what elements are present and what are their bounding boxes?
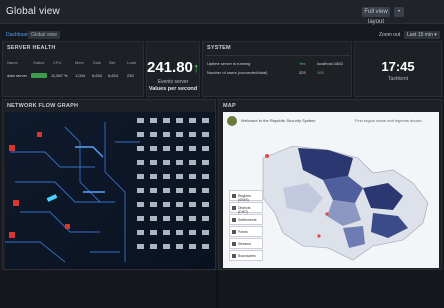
legend-icon bbox=[232, 218, 236, 222]
clock-time: 17:45 bbox=[381, 59, 415, 74]
map-title: Map bbox=[223, 103, 236, 109]
bottom-area bbox=[0, 270, 444, 308]
legend-item[interactable]: Points bbox=[229, 226, 263, 237]
col-cpu: CPU bbox=[53, 60, 62, 65]
legend-icon bbox=[232, 254, 236, 258]
row-net: 6,824 bbox=[108, 73, 119, 78]
divider bbox=[205, 55, 350, 56]
system-row-2-label: Number of users (connected/total) bbox=[207, 70, 268, 75]
legend-label: Points bbox=[238, 230, 248, 234]
network-graph[interactable] bbox=[5, 112, 215, 269]
legend-icon bbox=[232, 242, 236, 246]
trend-up-icon: ↑ bbox=[192, 60, 200, 75]
kpi-panel: 241.80↑ Events server Values per second bbox=[146, 41, 200, 97]
col-net: Net bbox=[109, 60, 116, 65]
system-row-2-value: 100 bbox=[317, 70, 324, 75]
system-panel: System Uptime server is running Yes loca… bbox=[202, 41, 352, 97]
col-disk: Disk bbox=[93, 60, 101, 65]
kpi-label: Events server bbox=[157, 79, 189, 85]
zoom-out-control[interactable]: Zoom out bbox=[376, 31, 403, 39]
system-row-1-label: Uptime server is running bbox=[207, 61, 251, 66]
status-bar bbox=[31, 73, 47, 78]
col-load: Load bbox=[127, 60, 136, 65]
row-load: 230 bbox=[127, 73, 134, 78]
system-row-2-status: 329 bbox=[299, 70, 306, 75]
legend-label: Streams bbox=[238, 242, 252, 246]
tab-global-view[interactable]: Global view bbox=[28, 31, 60, 39]
kpi-sublabel: Values per second bbox=[148, 86, 198, 92]
network-title: Network flow graph bbox=[7, 103, 79, 109]
col-status: Status bbox=[33, 60, 45, 65]
system-row-1-value: localhost:1883 bbox=[317, 61, 343, 66]
col-name: Name bbox=[7, 60, 18, 65]
server-health-title: Server health bbox=[7, 45, 56, 51]
server-health-panel: Server health Name Status CPU Mem Disk N… bbox=[2, 41, 144, 97]
legend-item[interactable]: Settlements bbox=[229, 214, 263, 225]
row-disk: 6,634 bbox=[92, 73, 103, 78]
legend-item[interactable]: Regions (SNHI) bbox=[229, 190, 263, 202]
legend-label: Districts (DIST) bbox=[238, 206, 251, 214]
layout-button[interactable]: Full view layout bbox=[362, 7, 390, 25]
legend-label: Boundaries bbox=[238, 254, 256, 258]
legend-item[interactable]: Districts (DIST) bbox=[229, 202, 263, 214]
legend-icon bbox=[232, 206, 236, 210]
time-range-select[interactable]: Last 15 min ▾ bbox=[404, 31, 440, 39]
clock-city: Tashkent bbox=[387, 76, 408, 82]
kpi-value: 241.80 bbox=[147, 59, 193, 76]
row-mem: 1,034 bbox=[75, 73, 86, 78]
network-panel: Network flow graph bbox=[2, 99, 216, 270]
menu-button[interactable]: • bbox=[394, 7, 404, 17]
map-header-right: Find region name and legends shown bbox=[355, 118, 422, 123]
map-header-text: Welcome to the Republic Security System bbox=[241, 118, 316, 123]
legend-label: Settlements bbox=[238, 218, 257, 222]
row-name: data server bbox=[7, 73, 28, 78]
emblem-icon bbox=[227, 116, 237, 126]
row-cpu: 11,567 % bbox=[51, 73, 68, 78]
legend-item[interactable]: Streams bbox=[229, 238, 263, 249]
legend-icon bbox=[232, 230, 236, 234]
divider bbox=[216, 270, 218, 308]
col-mem: Mem bbox=[75, 60, 84, 65]
kpi-value-row: 241.80↑ bbox=[147, 59, 199, 76]
title-bar: Global view Full view layout • bbox=[0, 0, 444, 25]
sub-navigation: Dashboard Global view Zoom out Last 15 m… bbox=[0, 30, 444, 40]
window-title: Global view bbox=[6, 6, 60, 17]
legend-item[interactable]: Boundaries bbox=[229, 250, 263, 261]
map-panel: Map Welcome to the Republic Security Sys… bbox=[218, 99, 442, 270]
map-viewport[interactable]: Welcome to the Republic Security System … bbox=[223, 112, 439, 268]
system-row-1-status: Yes bbox=[299, 61, 306, 66]
app-window: Global view Full view layout • Dashboard… bbox=[0, 0, 444, 308]
legend-icon bbox=[232, 194, 236, 198]
map-legend: Regions (SNHI) Districts (DIST) Settleme… bbox=[229, 190, 263, 262]
clock-panel: 17:45 Tashkent bbox=[354, 41, 442, 97]
legend-label: Regions (SNHI) bbox=[238, 194, 251, 202]
system-title: System bbox=[207, 45, 231, 51]
